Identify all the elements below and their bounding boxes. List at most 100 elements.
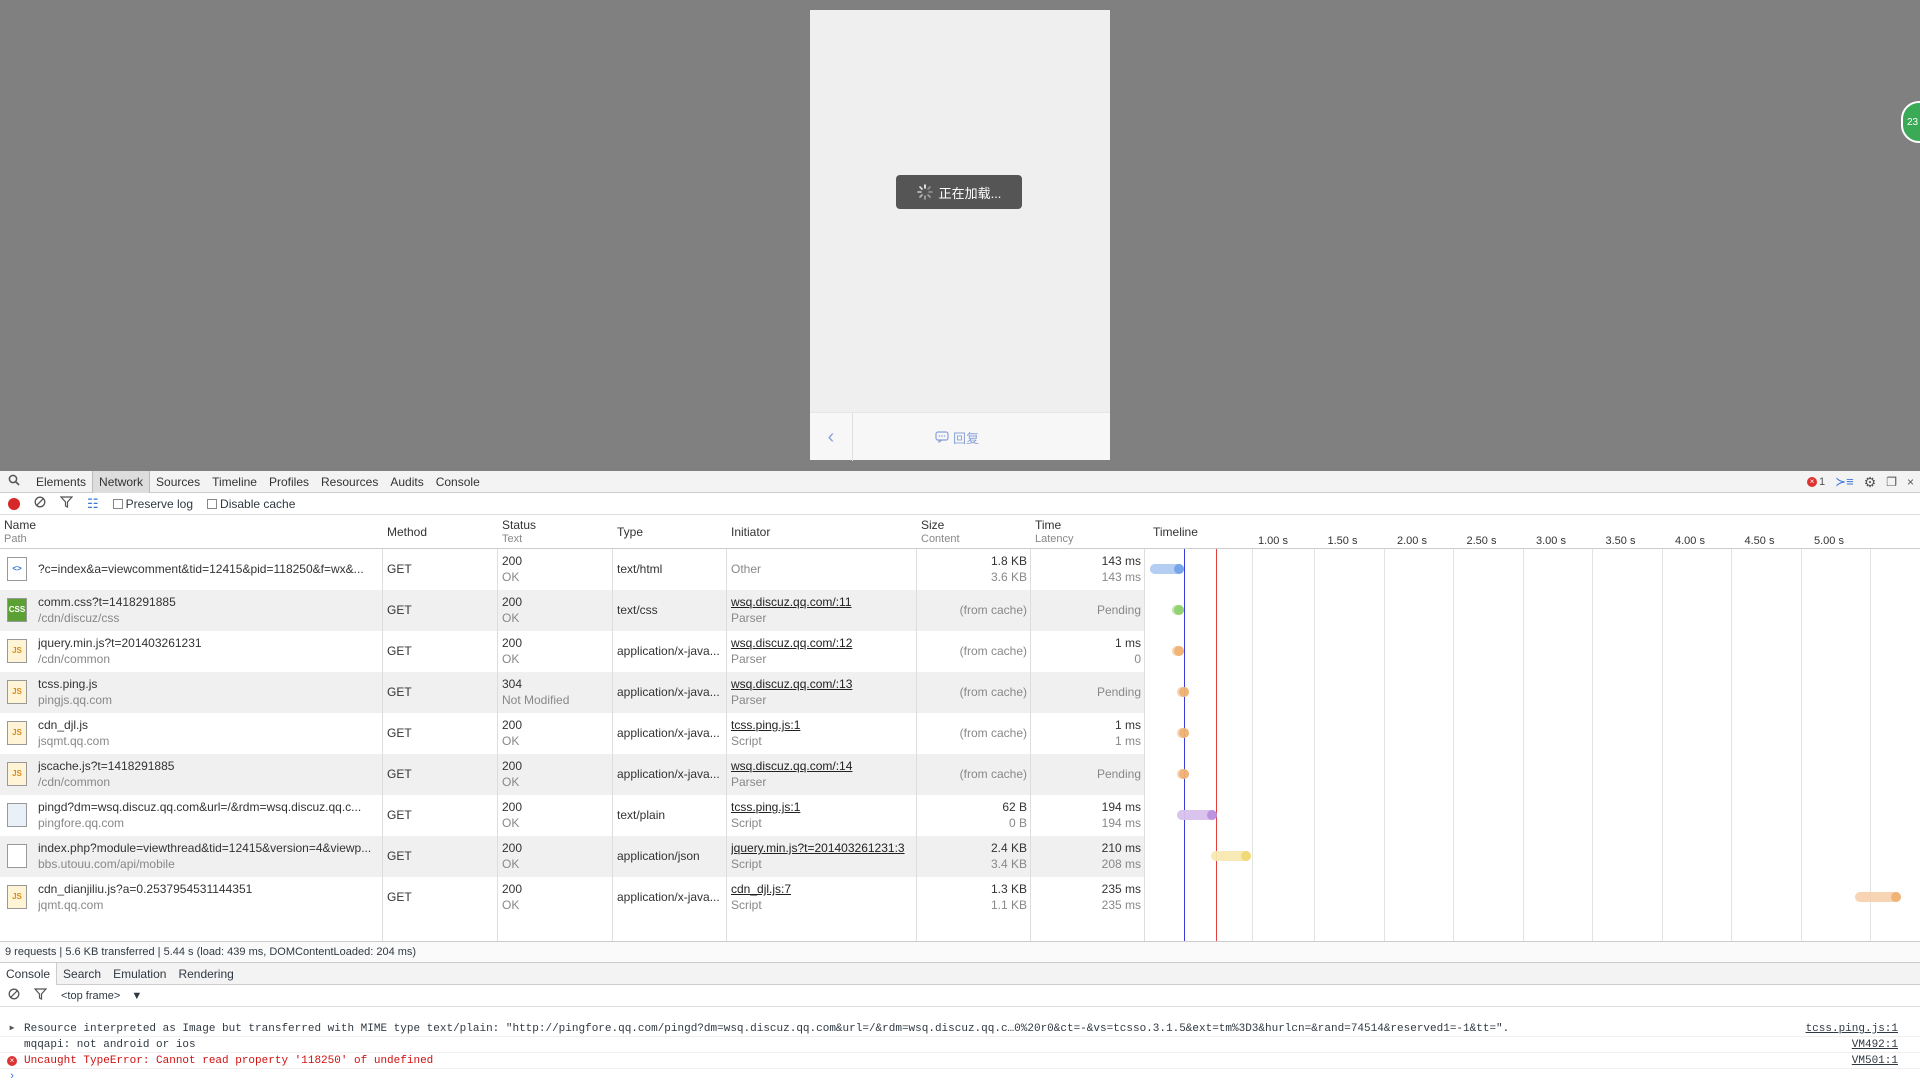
- console-filter-icon[interactable]: [33, 988, 48, 1003]
- drawer-tab-console[interactable]: Console: [0, 962, 58, 985]
- frame-selector[interactable]: <top frame> ▼: [61, 990, 142, 1002]
- header-method[interactable]: Method: [387, 525, 427, 539]
- col-divider: [917, 516, 1031, 941]
- page-viewport: 正在加载... ‹ 回复 23: [0, 0, 1920, 471]
- close-icon[interactable]: ×: [1907, 475, 1914, 489]
- drawer-tab-rendering[interactable]: Rendering: [172, 963, 239, 985]
- preserve-log-label: Preserve log: [125, 496, 194, 511]
- col-divider: [0, 516, 383, 941]
- disable-cache-checkbox[interactable]: Disable cache: [207, 497, 295, 511]
- timeline-area: [1145, 516, 1920, 941]
- timeline-gridline: [1731, 516, 1732, 941]
- record-icon[interactable]: [8, 497, 20, 510]
- network-toolbar: ☷ Preserve log Disable cache: [0, 493, 1920, 515]
- large-rows-icon[interactable]: ☷: [87, 496, 99, 512]
- header-initiator[interactable]: Initiator: [731, 525, 770, 539]
- console-text: Resource interpreted as Image but transf…: [24, 1023, 1510, 1035]
- network-summary: 9 requests | 5.6 KB transferred | 5.44 s…: [0, 942, 1920, 963]
- timeline-bar[interactable]: [1177, 728, 1189, 738]
- timeline-bar-receive: [1174, 564, 1184, 574]
- timeline-bar-receive: [1174, 605, 1184, 615]
- loading-toast: 正在加载...: [896, 175, 1022, 209]
- tab-console[interactable]: Console: [430, 471, 486, 493]
- clear-console-icon[interactable]: [8, 988, 20, 1003]
- tab-elements[interactable]: Elements: [30, 471, 92, 493]
- col-divider: [498, 516, 613, 941]
- comment-icon: [935, 431, 949, 443]
- timeline-bar-receive: [1241, 851, 1251, 861]
- console-drawer-icon[interactable]: ≻≡: [1835, 474, 1853, 490]
- extension-badge[interactable]: 23: [1901, 101, 1920, 143]
- timeline-gridline: [1661, 516, 1663, 941]
- timeline-tick-label: 4.00 s: [1675, 535, 1705, 547]
- mobile-page: 正在加载... ‹ 回复: [810, 10, 1110, 461]
- console-source-link[interactable]: VM492:1: [1852, 1037, 1898, 1053]
- console-output: ▶ Resource interpreted as Image but trans…: [0, 1007, 1920, 1083]
- timeline-bar[interactable]: [1177, 769, 1189, 779]
- console-message: mqqapi: not android or ios VM492:1: [0, 1037, 1920, 1053]
- tab-timeline[interactable]: Timeline: [206, 471, 263, 493]
- devtools-tabbar: Elements Network Sources Timeline Profiles Re…: [0, 470, 1920, 493]
- tab-network[interactable]: Network: [92, 470, 151, 493]
- timeline-gridline: [1800, 516, 1802, 941]
- search-icon[interactable]: [8, 474, 20, 489]
- table-header: Name Path Method Status Text Type Initiato…: [0, 516, 1920, 549]
- back-button[interactable]: ‹: [810, 413, 853, 461]
- timeline-bar-receive: [1179, 728, 1189, 738]
- tab-audits[interactable]: Audits: [384, 471, 429, 493]
- console-message: × Uncaught TypeError: Cannot read propert…: [0, 1053, 1920, 1069]
- header-type[interactable]: Type: [617, 525, 643, 539]
- preserve-log-checkbox[interactable]: Preserve log: [112, 496, 194, 511]
- drawer-tabbar: Console Search Emulation Rendering: [0, 962, 1920, 985]
- header-size[interactable]: Size Content: [921, 518, 960, 546]
- chevron-left-icon: ‹: [827, 425, 835, 448]
- error-counter[interactable]: × 1: [1807, 476, 1825, 488]
- timeline-tick-label: 3.50 s: [1605, 535, 1636, 547]
- timeline-bar-receive: [1207, 810, 1217, 820]
- dock-icon[interactable]: ❐: [1886, 475, 1897, 489]
- timeline-bar[interactable]: [1150, 564, 1184, 574]
- timeline-bar[interactable]: [1177, 810, 1217, 820]
- tab-profiles[interactable]: Profiles: [263, 471, 315, 493]
- timeline-gridline: [1383, 516, 1385, 941]
- col-divider: [613, 516, 727, 941]
- timeline-bar[interactable]: [1211, 851, 1251, 861]
- timeline-gridline: [1522, 516, 1524, 941]
- header-status[interactable]: Status Text: [502, 518, 536, 546]
- header-timeline[interactable]: Timeline: [1153, 525, 1198, 539]
- clear-icon[interactable]: [34, 496, 46, 511]
- console-message: ▶ Resource interpreted as Image but trans…: [0, 1021, 1920, 1037]
- console-toolbar: <top frame> ▼: [0, 985, 1920, 1007]
- network-table: <> ?c=index&a=viewcomment&tid=12415&pid=1…: [0, 516, 1920, 942]
- console-source-link[interactable]: tcss.ping.js:1: [1806, 1021, 1898, 1037]
- timeline-bar[interactable]: [1172, 646, 1184, 656]
- header-name[interactable]: Name Path: [4, 518, 36, 546]
- drawer-tab-emulation[interactable]: Emulation: [107, 963, 172, 985]
- gear-icon[interactable]: ⚙: [1864, 474, 1877, 491]
- tab-sources[interactable]: Sources: [150, 471, 206, 493]
- filter-icon[interactable]: [59, 496, 74, 511]
- timeline-bar[interactable]: [1855, 892, 1901, 902]
- frame-selector-label: <top frame>: [61, 989, 121, 1002]
- reply-button[interactable]: 回复: [935, 413, 979, 461]
- timeline-bar[interactable]: [1172, 605, 1184, 615]
- timeline-tick-label: 5.00 s: [1814, 535, 1844, 547]
- console-source-link[interactable]: VM501:1: [1852, 1053, 1898, 1069]
- console-prompt[interactable]: ›: [0, 1069, 1920, 1085]
- dropdown-arrow-icon: ▼: [131, 989, 143, 1002]
- console-text: mqqapi: not android or ios: [24, 1039, 196, 1051]
- header-time[interactable]: Time Latency: [1035, 518, 1074, 546]
- timeline-bar-receive: [1179, 769, 1189, 779]
- timeline-bar[interactable]: [1177, 687, 1189, 697]
- timeline-gridline: [1252, 516, 1253, 941]
- col-divider: [727, 516, 917, 941]
- timeline-tick-label: 2.00 s: [1397, 535, 1427, 547]
- timeline-tick-label: 1.50 s: [1327, 535, 1358, 547]
- load-line: [1216, 516, 1217, 941]
- expand-arrow-icon[interactable]: ▶: [6, 1021, 18, 1037]
- timeline-tick-label: 1.00 s: [1258, 535, 1288, 547]
- tab-resources[interactable]: Resources: [315, 471, 384, 493]
- drawer-tab-search[interactable]: Search: [57, 963, 107, 985]
- spinner-icon: [916, 184, 933, 200]
- error-icon: ×: [1807, 477, 1818, 487]
